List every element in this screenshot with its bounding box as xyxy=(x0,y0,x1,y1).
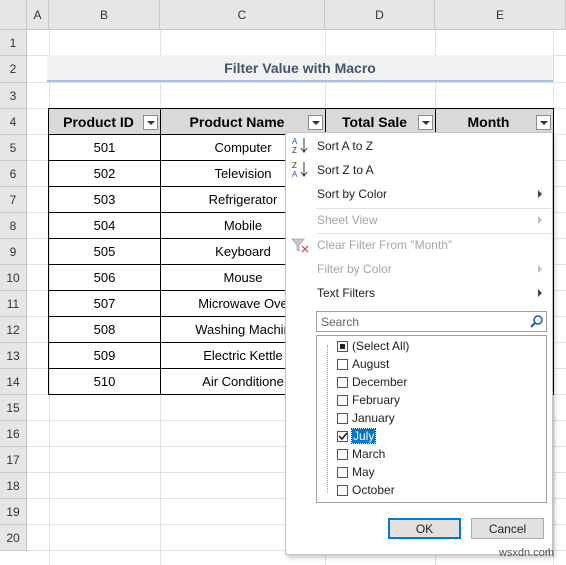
sheet-title: Filter Value with Macro xyxy=(47,55,553,82)
filter-item-label: July xyxy=(350,428,377,444)
row-header[interactable]: 10 xyxy=(0,265,27,291)
filter-list-item[interactable]: August xyxy=(337,355,389,373)
chevron-down-icon xyxy=(146,120,155,125)
menu-item-sheet-view: Sheet View xyxy=(286,209,552,231)
checkbox-icon[interactable] xyxy=(337,466,348,478)
cell-product-id[interactable]: 504 xyxy=(48,212,161,239)
row-header[interactable]: 18 xyxy=(0,473,27,499)
cell-product-id[interactable]: 509 xyxy=(48,342,161,369)
search-icon xyxy=(530,315,543,328)
header-total-sale: Total Sale xyxy=(325,108,436,135)
cell-product-id[interactable]: 503 xyxy=(48,186,161,213)
row-header[interactable]: 9 xyxy=(0,239,27,265)
row-header[interactable]: 5 xyxy=(0,135,27,161)
header-product-id: Product ID xyxy=(48,108,161,135)
chevron-right-icon xyxy=(538,216,542,224)
select-all-corner[interactable] xyxy=(0,0,27,30)
row-header[interactable]: 14 xyxy=(0,369,27,395)
filter-list-item[interactable]: (Select All) xyxy=(337,337,409,355)
checkbox-partial-icon[interactable] xyxy=(337,340,348,352)
cancel-button[interactable]: Cancel xyxy=(471,518,544,539)
column-header-c[interactable]: C xyxy=(160,0,325,30)
filter-list-item[interactable]: October xyxy=(337,481,395,499)
checkbox-icon[interactable] xyxy=(337,376,348,388)
checkbox-icon[interactable] xyxy=(337,412,348,424)
watermark: wsxdn.com xyxy=(498,547,554,559)
checkbox-icon[interactable] xyxy=(337,448,348,460)
filter-item-label: December xyxy=(352,375,408,389)
chevron-right-icon xyxy=(538,190,542,198)
row-header[interactable]: 16 xyxy=(0,421,27,447)
filter-list-item[interactable]: March xyxy=(337,445,385,463)
ok-button[interactable]: OK xyxy=(388,518,461,539)
chevron-down-icon xyxy=(539,120,548,125)
menu-item-filter-by-color: Filter by Color xyxy=(286,258,552,280)
row-header[interactable]: 20 xyxy=(0,525,27,551)
chevron-down-icon xyxy=(311,120,320,125)
chevron-right-icon xyxy=(538,265,542,273)
chevron-right-icon xyxy=(538,289,542,297)
row-header[interactable]: 2 xyxy=(0,56,27,83)
column-header-e[interactable]: E xyxy=(435,0,566,30)
cell-product-id[interactable]: 502 xyxy=(48,160,161,187)
filter-values-list[interactable]: (Select All) August December February Januar… xyxy=(316,335,547,503)
filter-list-item[interactable]: July xyxy=(337,427,377,445)
menu-item-clear-filter: Clear Filter From "Month" xyxy=(317,238,453,252)
search-input[interactable]: Search xyxy=(316,311,547,332)
chevron-down-icon xyxy=(421,120,430,125)
row-header[interactable]: 6 xyxy=(0,161,27,187)
row-header[interactable]: 19 xyxy=(0,499,27,525)
row-header[interactable]: 11 xyxy=(0,291,27,317)
row-header[interactable]: 12 xyxy=(0,317,27,343)
menu-item-sort-z-to-a[interactable]: Sort Z to A xyxy=(286,159,552,181)
checkbox-icon[interactable] xyxy=(337,394,348,406)
filter-list-item[interactable]: December xyxy=(337,373,407,391)
filter-dropdown-button[interactable] xyxy=(143,115,158,130)
row-header[interactable]: 15 xyxy=(0,395,27,421)
filter-dropdown-button-active[interactable] xyxy=(536,115,551,130)
row-header[interactable]: 17 xyxy=(0,447,27,473)
row-header[interactable]: 7 xyxy=(0,187,27,213)
filter-dropdown-menu: A Z Sort A to Z Z A Sort Z to A Sort by … xyxy=(285,132,553,555)
row-header[interactable]: 13 xyxy=(0,343,27,369)
filter-item-label: February xyxy=(352,393,401,407)
filter-item-label: January xyxy=(352,411,395,425)
header-month: Month xyxy=(435,108,554,135)
checkbox-checked-icon[interactable] xyxy=(337,430,348,442)
filter-list-item[interactable]: February xyxy=(337,391,400,409)
column-header-a[interactable]: A xyxy=(27,0,49,30)
filter-item-label: May xyxy=(352,465,375,479)
cell-product-id[interactable]: 501 xyxy=(48,134,161,161)
filter-item-label: (Select All) xyxy=(352,339,410,353)
filter-item-label: August xyxy=(352,357,390,371)
menu-item-sort-by-color[interactable]: Sort by Color xyxy=(286,183,552,205)
filter-list-item[interactable]: January xyxy=(337,409,395,427)
cell-product-id[interactable]: 507 xyxy=(48,290,161,317)
header-product-name: Product Name xyxy=(160,108,326,135)
cell-product-id[interactable]: 505 xyxy=(48,238,161,265)
cell-product-id[interactable]: 506 xyxy=(48,264,161,291)
filter-dropdown-button[interactable] xyxy=(418,115,433,130)
cell-product-id[interactable]: 508 xyxy=(48,316,161,343)
checkbox-icon[interactable] xyxy=(337,484,348,496)
menu-item-sort-a-to-z[interactable]: Sort A to Z xyxy=(286,135,552,157)
filter-item-label: March xyxy=(352,447,386,461)
row-header[interactable]: 8 xyxy=(0,213,27,239)
filter-item-label: October xyxy=(352,483,395,497)
filter-list-item[interactable]: May xyxy=(337,463,375,481)
column-header-b[interactable]: B xyxy=(49,0,160,30)
row-header[interactable]: 1 xyxy=(0,30,27,56)
menu-item-text-filters[interactable]: Text Filters xyxy=(286,282,552,304)
cell-product-id[interactable]: 510 xyxy=(48,368,161,395)
row-header[interactable]: 4 xyxy=(0,109,27,135)
row-header[interactable]: 3 xyxy=(0,83,27,109)
filter-dropdown-button[interactable] xyxy=(308,115,323,130)
checkbox-icon[interactable] xyxy=(337,358,348,370)
column-header-d[interactable]: D xyxy=(325,0,435,30)
